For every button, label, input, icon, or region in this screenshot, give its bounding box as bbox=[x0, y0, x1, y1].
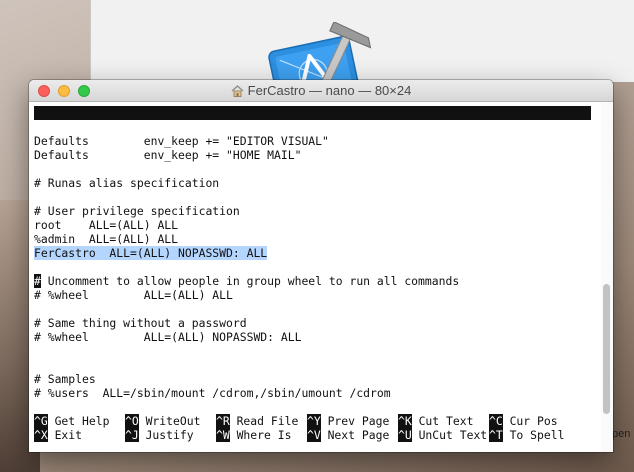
shortcut-prev-page[interactable]: ^Y Prev Page bbox=[307, 414, 389, 428]
nano-version: GNU nano 2.0.6 bbox=[48, 120, 158, 134]
shortcut-bar-bottom: ^X Exit ^J Justify ^W Where Is ^V Next P… bbox=[34, 428, 604, 442]
shortcut-get-help[interactable]: ^G Get Help bbox=[34, 414, 109, 428]
file-line[interactable]: %admin ALL=(ALL) ALL bbox=[34, 232, 178, 246]
file-line[interactable]: Defaults env_keep += "HOME MAIL" bbox=[34, 148, 301, 162]
shortcut-to-spell[interactable]: ^T To Spell bbox=[489, 428, 564, 442]
shortcut-next-page[interactable]: ^V Next Page bbox=[307, 428, 389, 442]
file-line[interactable]: # %wheel ALL=(ALL) ALL bbox=[34, 288, 233, 302]
file-line[interactable]: # User privilege specification bbox=[34, 204, 240, 218]
shortcut-writeout[interactable]: ^O WriteOut bbox=[125, 414, 200, 428]
terminal-window[interactable]: FerCastro — nano — 80×24 GNU nano 2.0.6 … bbox=[29, 80, 613, 452]
scrollbar-thumb[interactable] bbox=[603, 284, 610, 414]
file-line[interactable]: # %users ALL=/sbin/mount /cdrom,/sbin/um… bbox=[34, 386, 391, 400]
selected-text[interactable]: FerCastro ALL=(ALL) NOPASSWD: ALL bbox=[34, 246, 268, 260]
window-title-text: FerCastro — nano — 80×24 bbox=[247, 83, 412, 98]
shortcut-justify[interactable]: ^J Justify bbox=[125, 428, 194, 442]
terminal-content[interactable]: GNU nano 2.0.6 File: /etc/sudoers Defaul… bbox=[29, 102, 613, 452]
nano-header: GNU nano 2.0.6 File: /etc/sudoers bbox=[34, 106, 591, 148]
cursor-line-text: Uncomment to allow people in group wheel… bbox=[40, 274, 460, 288]
file-line[interactable]: # Runas alias specification bbox=[34, 176, 219, 190]
text-cursor: # bbox=[34, 274, 41, 288]
title-bar[interactable]: FerCastro — nano — 80×24 bbox=[29, 80, 613, 102]
shortcut-cur-pos[interactable]: ^C Cur Pos bbox=[489, 414, 558, 428]
file-line[interactable]: Defaults env_keep += "EDITOR VISUAL" bbox=[34, 134, 329, 148]
shortcut-bar-top: ^G Get Help ^O WriteOut ^R Read File ^Y … bbox=[34, 414, 604, 428]
shortcut-read-file[interactable]: ^R Read File bbox=[216, 414, 298, 428]
file-line[interactable]: # %wheel ALL=(ALL) NOPASSWD: ALL bbox=[34, 330, 301, 344]
file-line[interactable]: # Same thing without a password bbox=[34, 316, 247, 330]
shortcut-cut-text[interactable]: ^K Cut Text bbox=[398, 414, 473, 428]
side-label: pen bbox=[612, 428, 631, 440]
shortcut-uncut-text[interactable]: ^U UnCut Text bbox=[398, 428, 487, 442]
file-line-selected[interactable]: FerCastro ALL=(ALL) NOPASSWD: ALL bbox=[34, 246, 268, 260]
home-folder-icon bbox=[231, 85, 244, 97]
shortcut-exit[interactable]: ^X Exit bbox=[34, 428, 82, 442]
file-line-cursor[interactable]: # Uncomment to allow people in group whe… bbox=[34, 274, 459, 288]
window-title: FerCastro — nano — 80×24 bbox=[29, 83, 613, 99]
shortcut-where-is[interactable]: ^W Where Is bbox=[216, 428, 291, 442]
file-line[interactable]: root ALL=(ALL) ALL bbox=[34, 218, 178, 232]
file-line[interactable]: # Samples bbox=[34, 372, 96, 386]
